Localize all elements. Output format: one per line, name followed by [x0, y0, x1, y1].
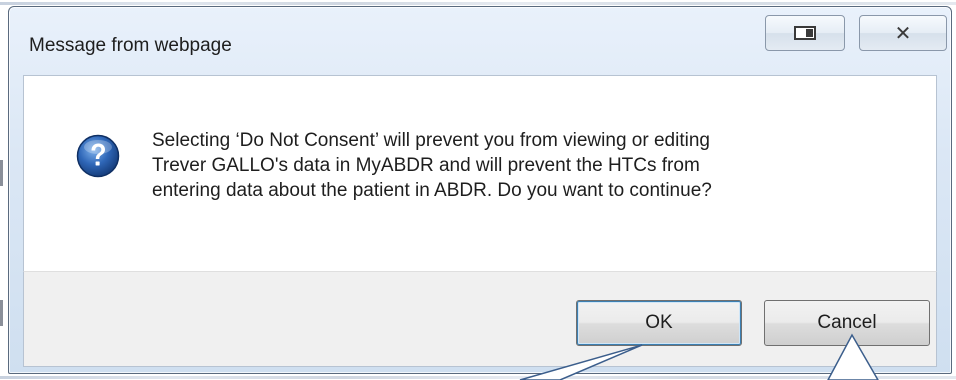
dialog-title: Message from webpage — [29, 35, 232, 56]
message-dialog: Message from webpage ✕ Selecting ‘Do Not… — [8, 6, 952, 374]
compatibility-view-button[interactable] — [765, 15, 845, 51]
background-page-edge — [0, 160, 3, 186]
question-icon — [76, 134, 120, 178]
close-button[interactable]: ✕ — [859, 15, 947, 51]
cancel-button[interactable]: Cancel — [764, 300, 930, 346]
dialog-titlebar[interactable]: Message from webpage ✕ — [9, 7, 951, 73]
dialog-content: Selecting ‘Do Not Consent’ will prevent … — [23, 75, 937, 271]
compatibility-view-icon — [794, 26, 816, 40]
ok-button[interactable]: OK — [576, 300, 742, 346]
close-icon: ✕ — [894, 21, 912, 45]
message-line: entering data about the patient in ABDR.… — [152, 180, 712, 201]
dialog-message: Selecting ‘Do Not Consent’ will prevent … — [152, 128, 912, 203]
background-page-text-bottom — [0, 376, 956, 379]
background-page-edge-lower — [0, 300, 3, 326]
screenshot-stage: Message from webpage ✕ Selecting ‘Do Not… — [0, 0, 956, 380]
message-line: Trever GALLO's data in MyABDR and will p… — [152, 155, 700, 176]
background-page-text — [0, 2, 956, 5]
dialog-button-bar: OK Cancel — [23, 271, 937, 367]
message-line: Selecting ‘Do Not Consent’ will prevent … — [152, 130, 710, 151]
